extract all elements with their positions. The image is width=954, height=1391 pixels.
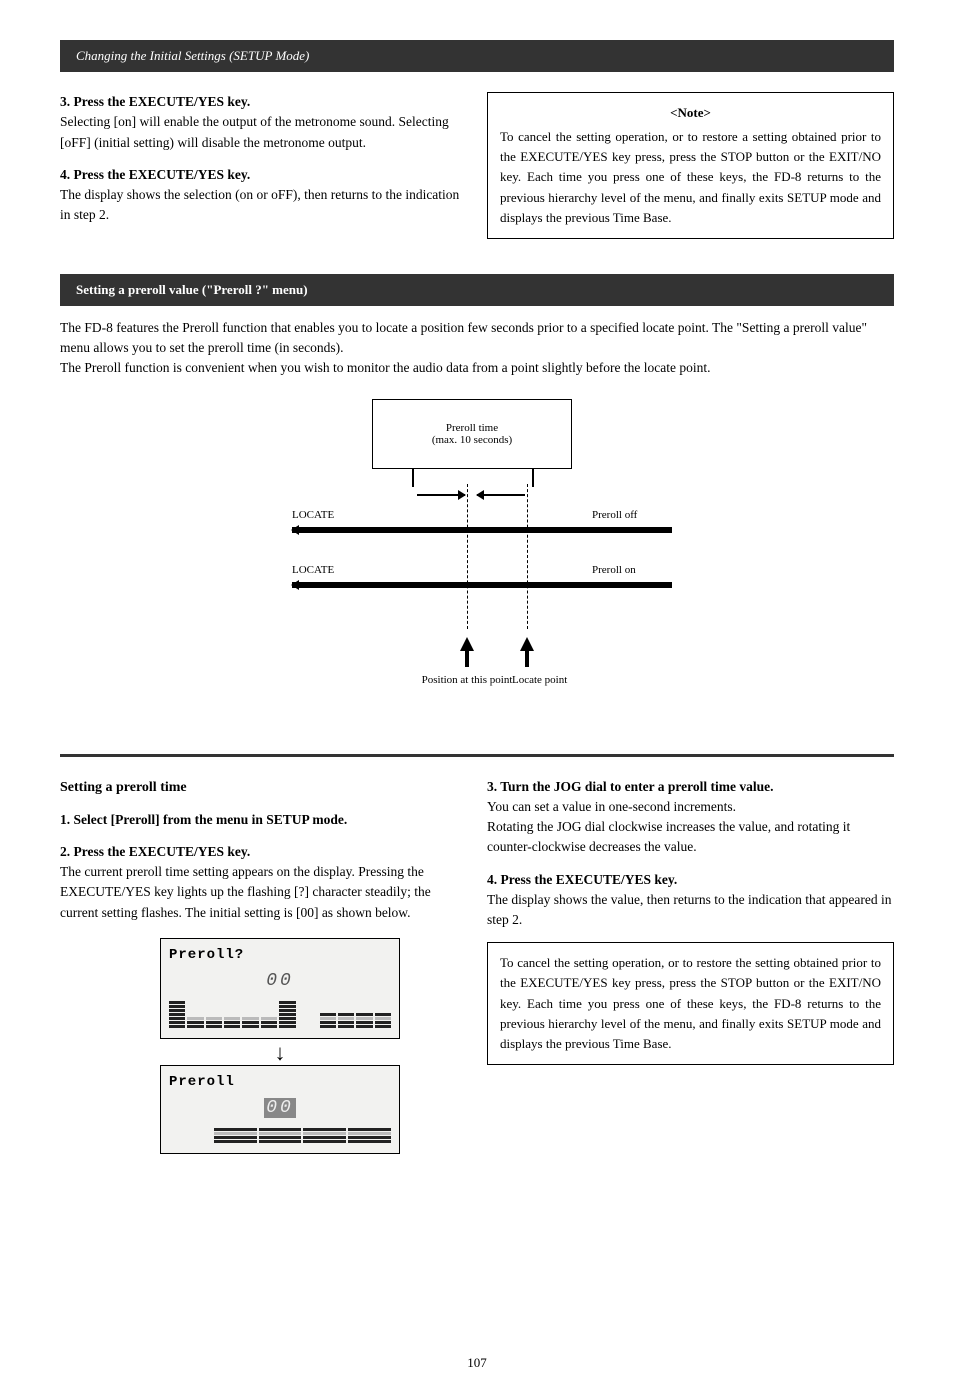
preroll-intro: The FD-8 features the Preroll function t…	[60, 318, 894, 379]
step4-body-2: The display shows the value, then return…	[487, 892, 892, 927]
up-arrow-icon	[460, 637, 474, 651]
lcd-display-group: Preroll? 00	[160, 938, 400, 1154]
preroll-off-label: Preroll off	[592, 509, 637, 521]
note-title: <Note>	[500, 103, 881, 123]
section-metronome-continuation: 3. Press the EXECUTE/YES key. Selecting …	[60, 92, 894, 239]
step4-head-2: 4. Press the EXECUTE/YES key.	[487, 872, 677, 887]
note-body-2: To cancel the setting operation, or to r…	[500, 955, 881, 1051]
lcd2-digits: 00	[169, 1095, 391, 1122]
step2-head: 2. Press the EXECUTE/YES key.	[60, 844, 250, 859]
locate-point-label: Locate point	[512, 674, 567, 686]
step1-head: 1. Select [Preroll] from the menu in SET…	[60, 812, 347, 827]
sub-heading: Setting a preroll time	[60, 777, 467, 798]
up-arrow-icon	[520, 637, 534, 651]
locate-label-1: LOCATE	[292, 509, 334, 521]
lcd-display-2: Preroll 00	[160, 1065, 400, 1154]
step3-head-2: 3. Turn the JOG dial to enter a preroll …	[487, 779, 774, 794]
step4-head: 4. Press the EXECUTE/YES key.	[60, 167, 250, 182]
preroll-on-label: Preroll on	[592, 564, 636, 576]
level-meter-icon	[169, 1001, 391, 1028]
right-column-2: 3. Turn the JOG dial to enter a preroll …	[487, 777, 894, 1162]
section-title: Setting a preroll value ("Preroll ?" men…	[76, 282, 308, 297]
diagram-preroll-time-box: Preroll time (max. 10 seconds)	[372, 399, 572, 469]
left-column-2: Setting a preroll time 1. Select [Prerol…	[60, 777, 467, 1162]
step3-head: 3. Press the EXECUTE/YES key.	[60, 94, 250, 109]
page-header: Changing the Initial Settings (SETUP Mod…	[60, 40, 894, 72]
left-column: 3. Press the EXECUTE/YES key. Selecting …	[60, 92, 467, 239]
note-box-2: To cancel the setting operation, or to r…	[487, 942, 894, 1065]
preroll-diagram: Preroll time (max. 10 seconds) LOCATE Pr…	[60, 399, 894, 724]
locate-label-2: LOCATE	[292, 564, 334, 576]
header-text: Changing the Initial Settings (SETUP Mod…	[76, 48, 309, 63]
divider	[60, 754, 894, 757]
note-box: <Note> To cancel the setting operation, …	[487, 92, 894, 239]
down-arrow-icon: ↓	[160, 1047, 400, 1059]
step2-body: The current preroll time setting appears…	[60, 864, 431, 920]
lcd1-title: Preroll?	[169, 945, 391, 966]
lcd1-digits: 00	[169, 968, 391, 995]
step3-body: Selecting [on] will enable the output of…	[60, 114, 449, 149]
step3-body-2: You can set a value in one-second increm…	[487, 799, 850, 855]
step4-body: The display shows the selection (on or o…	[60, 187, 459, 222]
right-column: <Note> To cancel the setting operation, …	[487, 92, 894, 239]
note-body: To cancel the setting operation, or to r…	[500, 129, 881, 225]
section-header-preroll: Setting a preroll value ("Preroll ?" men…	[60, 274, 894, 306]
section-setting-preroll: Setting a preroll time 1. Select [Prerol…	[60, 777, 894, 1162]
page-number: 107	[0, 1355, 954, 1371]
lcd2-title: Preroll	[169, 1072, 391, 1093]
lcd-display-1: Preroll? 00	[160, 938, 400, 1039]
level-meter-icon	[169, 1128, 391, 1143]
